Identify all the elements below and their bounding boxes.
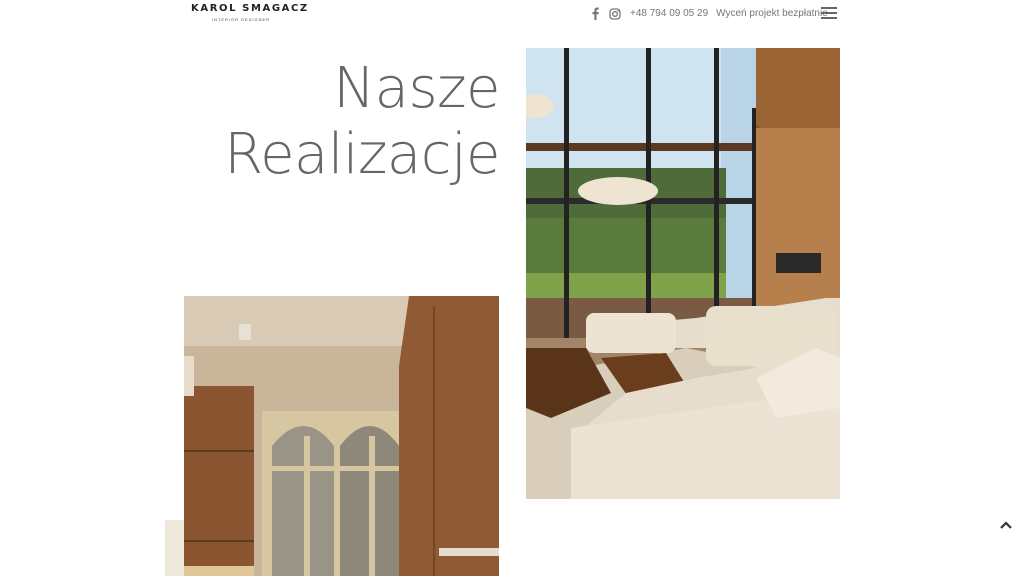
living-room-photo[interactable] — [526, 48, 840, 499]
hamburger-menu-icon[interactable] — [821, 7, 837, 20]
facebook-icon[interactable] — [590, 7, 600, 20]
page: KAROL SMAGACZ INTERIOR DESIGNER +48 794 … — [0, 0, 1024, 576]
page-title-line-2: Realizacje — [224, 122, 500, 187]
living-room-illustration — [526, 48, 840, 499]
instagram-icon[interactable] — [609, 7, 621, 20]
free-quote-link[interactable]: Wyceń projekt bezpłatnie — [716, 8, 828, 19]
logo-subtitle: INTERIOR DESIGNER — [211, 17, 271, 22]
logo-name: KAROL SMAGACZ — [191, 3, 309, 14]
phone-link[interactable]: +48 794 09 05 29 — [630, 8, 708, 19]
page-title: Nasze Realizacje — [224, 56, 500, 188]
top-bar: +48 794 09 05 29 Wyceń projekt bezpłatni… — [590, 6, 828, 20]
chevron-up-icon[interactable] — [999, 518, 1013, 530]
hallway-photo[interactable] — [184, 296, 499, 576]
decorative-strip — [165, 520, 184, 576]
page-title-line-1: Nasze — [333, 56, 500, 121]
hallway-illustration — [184, 296, 499, 576]
logo[interactable]: KAROL SMAGACZ INTERIOR DESIGNER — [191, 3, 309, 22]
